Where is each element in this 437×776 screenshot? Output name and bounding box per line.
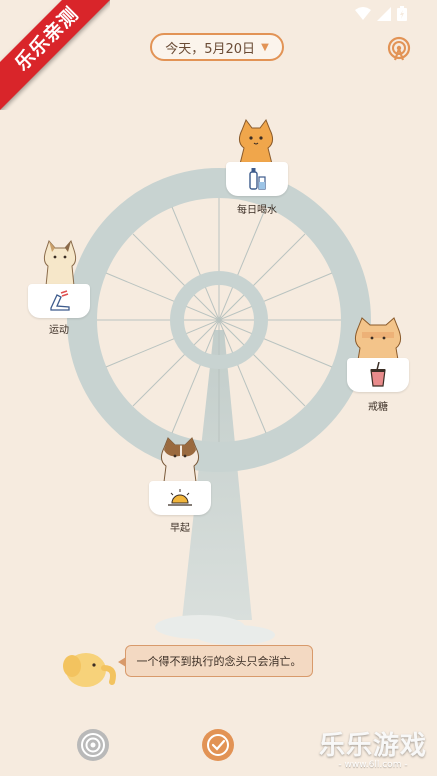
sunrise-icon [168,489,192,506]
checkmark-circle-icon[interactable] [201,728,235,762]
habit-label-exercise: 运动 [49,325,69,336]
habit-card-no-sugar[interactable] [347,358,409,392]
habit-card-early-rise[interactable] [149,481,211,515]
quote-text: 一个得不到执行的念头只会消亡。 [136,655,302,668]
habit-card-water[interactable] [226,162,288,196]
orange-cat-right-illustration [354,317,402,360]
calico-cat-left-illustration [43,240,77,286]
target-rings-icon[interactable] [76,728,110,762]
watermark-main: 乐乐游戏 [318,731,427,761]
habit-label-early-rise: 早起 [170,523,190,534]
habit-label-no-sugar: 戒糖 [368,402,388,413]
orange-cat-top-illustration [238,118,274,165]
sneaker-icon [50,290,70,311]
watermark: 乐乐游戏 - www.6ll.com - [313,725,433,770]
habit-label-water: 每日喝水 [237,205,277,216]
habit-card-exercise[interactable] [28,284,90,318]
brown-white-cat-illustration [160,437,200,482]
bottom-nav: 乐乐游戏 - www.6ll.com - [0,720,437,776]
elephant-mascot-illustration [63,653,116,687]
drink-cup-icon [370,362,386,387]
quote-bubble: 一个得不到执行的念头只会消亡。 [118,645,313,677]
water-bottle-icon [249,168,266,190]
